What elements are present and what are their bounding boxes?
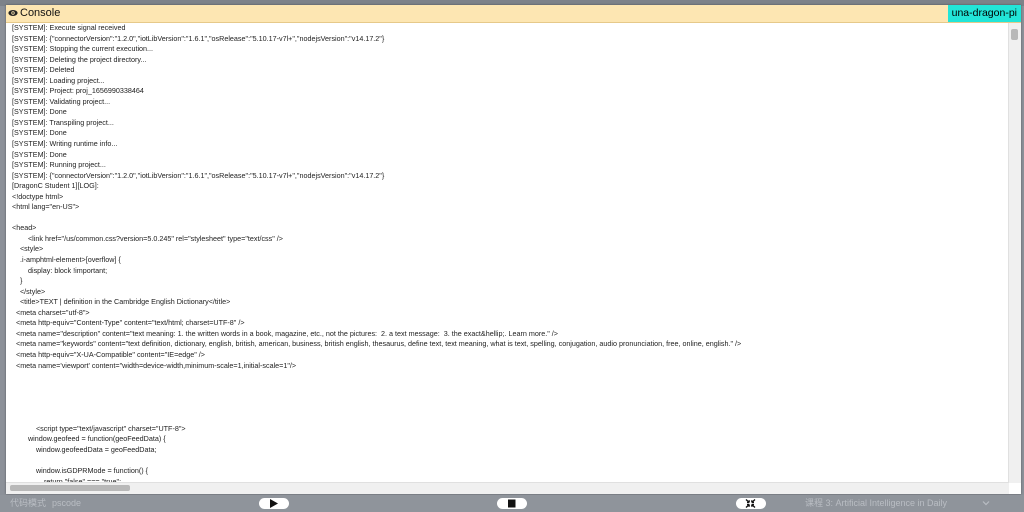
- log-line: [SYSTEM]: Done: [12, 149, 67, 159]
- collapse-icon: [745, 499, 756, 508]
- log-line: </style>: [12, 286, 46, 296]
- log-line: [SYSTEM]: Transpiling project...: [12, 117, 114, 127]
- log-line: window.isGDPRMode = function() {: [12, 465, 149, 475]
- log-line: <style>: [12, 244, 44, 254]
- log-line: <script type="text/javascript" charset="…: [12, 423, 186, 433]
- console-title: Console: [20, 7, 61, 19]
- log-line: window.geofeed = function(geoFeedData) {: [12, 434, 166, 444]
- stop-button[interactable]: [497, 498, 527, 509]
- log-line: <link href="/us/common.css?version=5.0.2…: [12, 233, 283, 243]
- log-line: .i-amphtml-element>[overflow] {: [12, 255, 121, 265]
- log-line: display: block !important;: [12, 265, 108, 275]
- log-line: <meta charset="utf-8">: [12, 307, 90, 317]
- log-line: [SYSTEM]: Execute signal received: [12, 23, 126, 32]
- log-line: }: [12, 276, 23, 286]
- device-badge[interactable]: una-dragon-pi: [947, 5, 1021, 22]
- log-line: [SYSTEM]: Validating project...: [12, 96, 111, 106]
- mode-label: 代码模式: [10, 498, 47, 508]
- log-line: window.geofeedData = geoFeedData;: [12, 444, 157, 454]
- fit-button[interactable]: [736, 498, 766, 509]
- log-line: [SYSTEM]: Stopping the current execution…: [12, 44, 154, 54]
- log-line: [DragonC Student 1][LOG]:: [12, 181, 99, 191]
- horizontal-scrollbar-thumb[interactable]: [10, 485, 130, 491]
- vertical-scrollbar-thumb[interactable]: [1011, 29, 1018, 40]
- log-line: <html lang="en-US">: [12, 202, 80, 212]
- log-line: <title>TEXT | definition in the Cambridg…: [12, 297, 231, 307]
- log-line: [SYSTEM]: Running project...: [12, 160, 106, 170]
- log-line: [SYSTEM]: Done: [12, 128, 67, 138]
- run-button[interactable]: [259, 498, 289, 509]
- log-line: <!doctype html>: [12, 191, 64, 201]
- log-line: [SYSTEM]: Deleted: [12, 65, 75, 75]
- log-line: [SYSTEM]: {"connectorVersion":"1.2.0","i…: [12, 33, 385, 43]
- code-tab[interactable]: pscode: [52, 497, 81, 510]
- log-line: [SYSTEM]: Done: [12, 107, 67, 117]
- log-line: <meta http-equiv="X-UA-Compatible" conte…: [12, 349, 205, 359]
- chevron-down-icon[interactable]: [982, 499, 990, 507]
- stop-icon: [508, 499, 516, 508]
- console-log[interactable]: [SYSTEM]: Execute signal received [SYSTEM…: [6, 23, 1008, 483]
- vertical-scrollbar[interactable]: [1008, 23, 1021, 483]
- horizontal-scrollbar[interactable]: [6, 482, 1009, 494]
- log-line: [SYSTEM]: Project: proj_1656990338464: [12, 86, 144, 96]
- log-line: [SYSTEM]: Loading project...: [12, 75, 105, 85]
- log-line: <meta http-equiv="Content-Type" content=…: [12, 318, 245, 328]
- log-line: <head>: [12, 223, 37, 233]
- play-icon: [270, 499, 278, 508]
- log-line: <meta name="keywords" content="text defi…: [12, 339, 742, 349]
- course-selector[interactable]: 课程 3: Artificial Intelligence in Daily: [805, 497, 947, 510]
- log-line: [SYSTEM]: Writing runtime info...: [12, 139, 118, 149]
- log-line: [SYSTEM]: Deleting the project directory…: [12, 54, 147, 64]
- eye-icon[interactable]: [8, 8, 18, 18]
- log-line: <meta name="description" content="text m…: [12, 328, 558, 338]
- log-line: [SYSTEM]: {"connectorVersion":"1.2.0","i…: [12, 170, 385, 180]
- console-header: Console una-dragon-pi: [6, 5, 1021, 23]
- console-panel: Console una-dragon-pi [SYSTEM]: Execute …: [6, 5, 1021, 494]
- bottom-toolbar: 代码模式 pscode 课程 3: Artificial Intelligenc…: [0, 495, 1024, 512]
- log-line: <meta name='viewport' content="width=dev…: [12, 360, 297, 370]
